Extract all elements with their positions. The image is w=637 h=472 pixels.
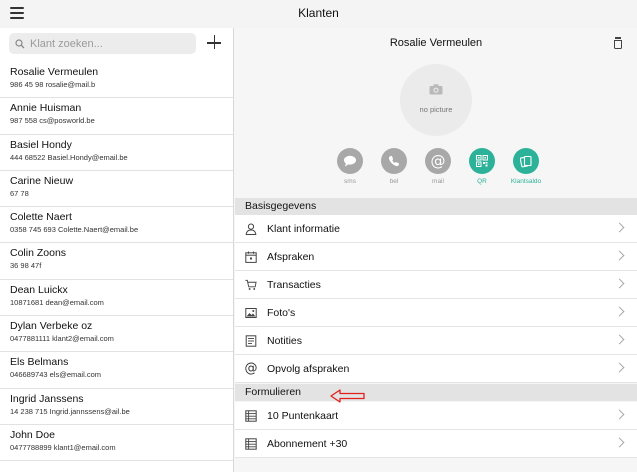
row-klant-informatie[interactable]: Klant informatie xyxy=(235,215,637,243)
klantsaldo-label: Klantsaldo xyxy=(510,178,542,185)
customer-contact: 046689743 els@email.com xyxy=(10,370,101,380)
customer-name: Els Belmans xyxy=(10,356,69,369)
customer-contact: 0358 745 693 Colette.Naert@email.be xyxy=(10,225,139,235)
customer-list-pane: Rosalie Vermeulen 986 45 98 rosalie@mail.… xyxy=(0,28,234,472)
camera-icon xyxy=(429,84,443,95)
form-icon xyxy=(245,409,257,422)
row-afspraken[interactable]: Afspraken xyxy=(235,243,637,271)
customer-contact: 986 45 98 rosalie@mail.b xyxy=(10,80,96,89)
customer-contact: 14 238 715 Ingrid.jannssens@ail.be xyxy=(10,406,130,416)
qr-button[interactable]: QR xyxy=(467,148,497,185)
search-icon xyxy=(15,38,25,48)
customer-name: Rosalie Vermeulen xyxy=(10,66,99,78)
add-customer-button[interactable] xyxy=(204,33,224,53)
customer-contact: 0477881111 klant2@email.com xyxy=(10,334,114,344)
row-10-puntenkaart[interactable]: 10 Puntenkaart xyxy=(235,402,637,430)
section-header-basisgegevens: Basisgegevens xyxy=(235,198,637,215)
list-item[interactable]: Carine Nieuw 67 78 xyxy=(0,171,233,208)
list-item[interactable]: Rosalie Vermeulen 986 45 98 rosalie@mail.… xyxy=(0,62,233,99)
row-label: Notities xyxy=(267,334,303,347)
list-item[interactable]: Colin Zoons 36 98 47f xyxy=(0,243,233,280)
customer-detail-title: Rosalie Vermeulen xyxy=(389,37,483,49)
customer-name: Colette Naert xyxy=(10,211,72,224)
annotation-arrow-icon xyxy=(330,389,365,403)
row-label: Afspraken xyxy=(267,250,315,263)
search-box[interactable] xyxy=(9,33,196,54)
customer-contact: 0477788899 klant1@email.com xyxy=(10,442,116,452)
customer-name: Dean Luickx xyxy=(10,283,68,296)
chevron-right-icon xyxy=(614,362,625,373)
cards-icon xyxy=(520,155,532,167)
list-item[interactable]: Annie Huisman 987 558 cs@posworld.be xyxy=(0,98,233,135)
list-item[interactable]: Basiel Hondy 444 68522 Basiel.Hondy@email… xyxy=(0,135,233,171)
sms-button[interactable]: sms xyxy=(335,148,365,185)
customer-name: Annie Huisman xyxy=(10,102,82,115)
action-buttons: sms bel @ mail QR Klantsaldo xyxy=(335,148,541,185)
app-title: Klanten xyxy=(298,6,339,20)
list-item[interactable]: Ingrid Janssens 14 238 715 Ingrid.jannsse… xyxy=(0,389,233,425)
photo-icon xyxy=(245,307,257,319)
list-item[interactable]: Els Belmans 046689743 els@email.com xyxy=(0,352,233,389)
qr-label: QR xyxy=(477,178,487,185)
row-notities[interactable]: Notities xyxy=(235,327,637,355)
sms-label: sms xyxy=(344,178,356,185)
chevron-right-icon xyxy=(614,250,625,261)
note-icon xyxy=(245,334,257,347)
row-label: Foto's xyxy=(267,306,296,319)
customer-name: Carine Nieuw xyxy=(10,174,74,187)
klantsaldo-button[interactable]: Klantsaldo xyxy=(511,148,541,185)
row-abonnement-30[interactable]: Abonnement +30 xyxy=(235,430,637,458)
chevron-right-icon xyxy=(614,306,625,317)
top-bar: Klanten xyxy=(0,0,637,28)
row-fotos[interactable]: Foto's xyxy=(235,299,637,327)
row-label: Transacties xyxy=(267,278,321,291)
chevron-right-icon xyxy=(614,278,625,289)
cart-icon xyxy=(245,279,257,291)
chat-bubble-icon xyxy=(344,155,356,167)
trash-icon[interactable] xyxy=(613,37,623,49)
customer-name: John Doe xyxy=(10,428,55,441)
mail-button[interactable]: @ mail xyxy=(423,148,453,185)
row-label: 10 Puntenkaart xyxy=(267,409,339,422)
phone-icon xyxy=(388,155,400,167)
customer-contact: 10871681 dean@email.com xyxy=(10,297,104,307)
customer-name: Dylan Verbeke oz xyxy=(10,320,93,333)
at-sign-icon: @ xyxy=(430,151,446,170)
row-label: Klant informatie xyxy=(267,222,340,235)
chevron-right-icon xyxy=(614,334,625,345)
customer-contact: 444 68522 Basiel.Hondy@email.be xyxy=(10,152,128,162)
chevron-right-icon xyxy=(614,409,625,420)
customer-name: Basiel Hondy xyxy=(10,138,72,151)
list-item[interactable]: John Doe 0477788899 klant1@email.com xyxy=(0,425,233,462)
mail-label: mail xyxy=(432,178,444,185)
call-label: bel xyxy=(389,178,399,185)
chevron-right-icon xyxy=(614,437,625,448)
chevron-right-icon xyxy=(614,222,625,233)
list-item[interactable]: Colette Naert 0358 745 693 Colette.Naert@… xyxy=(0,207,233,244)
no-picture-label: no picture xyxy=(419,105,453,114)
list-item[interactable]: Dylan Verbeke oz 0477881111 klant2@email.… xyxy=(0,316,233,353)
customer-name: Colin Zoons xyxy=(10,247,67,260)
person-icon xyxy=(245,223,257,235)
customer-contact: 987 558 cs@posworld.be xyxy=(10,116,95,126)
customer-name: Ingrid Janssens xyxy=(10,392,84,405)
customer-list: Rosalie Vermeulen 986 45 98 rosalie@mail.… xyxy=(0,62,233,462)
search-input[interactable] xyxy=(30,37,190,50)
calendar-icon xyxy=(245,251,257,263)
form-icon xyxy=(245,437,257,450)
customer-detail-pane: Rosalie Vermeulen no picture sms bel @ m… xyxy=(235,28,637,472)
section-header-formulieren: Formulieren xyxy=(235,384,637,401)
row-opvolg-afspraken[interactable]: @ Opvolg afspraken xyxy=(235,355,637,383)
avatar[interactable]: no picture xyxy=(400,64,472,136)
customer-contact: 36 98 47f xyxy=(10,261,42,271)
call-button[interactable]: bel xyxy=(379,148,409,185)
row-label: Abonnement +30 xyxy=(267,437,348,450)
qr-code-icon xyxy=(476,155,488,167)
customer-contact: 67 78 xyxy=(10,188,29,198)
row-label: Opvolg afspraken xyxy=(267,362,350,375)
list-item[interactable]: Dean Luickx 10871681 dean@email.com xyxy=(0,280,233,317)
row-transacties[interactable]: Transacties xyxy=(235,271,637,299)
at-sign-icon: @ xyxy=(244,361,258,376)
